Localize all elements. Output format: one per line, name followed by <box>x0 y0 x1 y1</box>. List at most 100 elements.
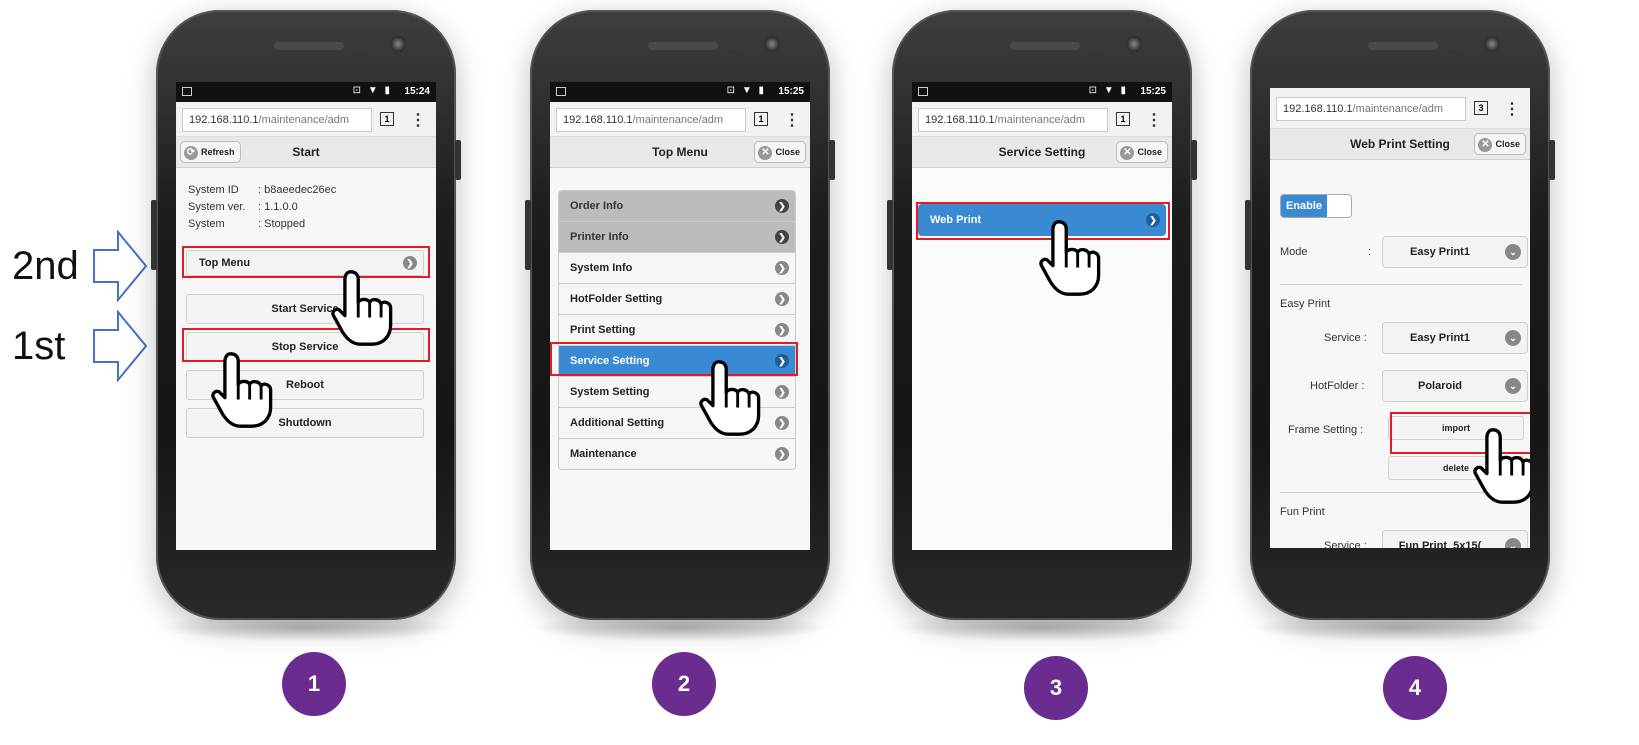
close-button[interactable]: ✕ Close <box>1116 141 1168 163</box>
refresh-icon: ⟳ <box>184 145 198 160</box>
browser-toolbar: 192.168.110.1/maintenance/adm 3 ⋮ <box>1270 88 1530 129</box>
close-button[interactable]: ✕ Close <box>754 141 806 163</box>
system-status-value: : Stopped <box>258 218 306 230</box>
tabs-button[interactable]: 1 <box>380 112 394 126</box>
chevron-right-icon: ❯ <box>775 323 789 337</box>
browser-toolbar: 192.168.110.1/maintenance/adm 1 ⋮ <box>176 102 436 137</box>
phone-3: ⊡ ▼ ▮ 15:25 192.168.110.1/maintenance/ad… <box>887 10 1197 642</box>
service-select[interactable]: Easy Print1 ⌄ <box>1382 322 1528 354</box>
hotfolder-select[interactable]: Polaroid ⌄ <box>1382 370 1528 402</box>
speaker-grille <box>648 42 718 50</box>
service-label: Service : <box>1324 332 1367 344</box>
chevron-right-icon: ❯ <box>775 199 789 213</box>
status-icons: ⊡ ▼ ▮ <box>726 85 766 96</box>
status-clock: 15:24 <box>404 86 430 97</box>
easy-print-heading: Easy Print <box>1280 298 1331 310</box>
overflow-menu-icon[interactable]: ⋮ <box>410 110 426 130</box>
sensor <box>1088 42 1102 50</box>
image-notification-icon <box>918 87 928 96</box>
camera-icon <box>764 36 780 52</box>
overflow-menu-icon[interactable]: ⋮ <box>1504 99 1520 119</box>
content-area: Web Print ❯ <box>912 168 1172 550</box>
chevron-right-icon: ❯ <box>775 230 789 244</box>
second-step-label: 2nd <box>12 244 79 288</box>
hotfolder-label: HotFolder : <box>1310 380 1365 392</box>
mode-colon: : <box>1368 246 1372 258</box>
url-field[interactable]: 192.168.110.1/maintenance/adm <box>182 108 372 132</box>
page-header: Service Setting ✕ Close <box>912 137 1172 168</box>
url-field[interactable]: 192.168.110.1/maintenance/adm <box>918 108 1108 132</box>
close-button[interactable]: ✕ Close <box>1474 133 1526 155</box>
speaker-grille <box>274 42 344 50</box>
menu-item-system-info[interactable]: System Info ❯ <box>558 253 796 284</box>
phone-2: ⊡ ▼ ▮ 15:25 192.168.110.1/maintenance/ad… <box>525 10 835 642</box>
menu-item-hotfolder-setting[interactable]: HotFolder Setting ❯ <box>558 284 796 315</box>
status-bar: ⊡ ▼ ▮ 15:25 <box>912 82 1172 102</box>
page-header: Start ⟳ Refresh <box>176 137 436 168</box>
system-status-label: System <box>188 218 225 230</box>
enable-toggle-label: Enable <box>1281 195 1327 217</box>
first-step-label: 1st <box>12 324 66 368</box>
chevron-right-icon: ❯ <box>775 292 789 306</box>
power-button <box>455 140 461 180</box>
menu-item-printer-info[interactable]: Printer Info ❯ <box>558 222 796 253</box>
chevron-right-icon: ❯ <box>775 416 789 430</box>
phone-1: ⊡ ▼ ▮ 15:24 192.168.110.1/maintenance/ad… <box>151 10 461 642</box>
pointing-hand-icon <box>699 360 761 436</box>
camera-icon <box>1126 36 1142 52</box>
sensor <box>352 42 366 50</box>
fun-service-label: Service : <box>1324 540 1367 548</box>
url-field[interactable]: 192.168.110.1/maintenance/adm <box>1276 97 1466 121</box>
overflow-menu-icon[interactable]: ⋮ <box>784 110 800 130</box>
chevron-down-icon: ⌄ <box>1505 330 1521 346</box>
fun-print-heading: Fun Print <box>1280 506 1325 518</box>
tabs-button[interactable]: 3 <box>1474 101 1488 115</box>
power-button <box>829 140 835 180</box>
step-badge-2: 2 <box>652 652 716 716</box>
close-icon: ✕ <box>758 145 773 160</box>
power-button <box>1549 140 1555 180</box>
camera-icon <box>1484 36 1500 52</box>
image-notification-icon <box>556 87 566 96</box>
phone-4: 192.168.110.1/maintenance/adm 3 ⋮ Web Pr… <box>1245 10 1555 642</box>
chevron-right-icon: ❯ <box>775 447 789 461</box>
tabs-button[interactable]: 1 <box>1116 112 1130 126</box>
system-id-label: System ID <box>188 184 239 196</box>
fun-service-select[interactable]: Fun Print_5x15(⌄ <box>1382 530 1528 548</box>
menu-item-order-info[interactable]: Order Info ❯ <box>558 190 796 222</box>
system-info: System ID: b8aeedec26ec System ver.: 1.1… <box>176 168 436 233</box>
refresh-button[interactable]: ⟳ Refresh <box>180 141 241 163</box>
volume-button <box>887 200 893 270</box>
mode-select[interactable]: Easy Print1 ⌄ <box>1382 236 1528 268</box>
pointing-hand-icon <box>331 270 393 346</box>
enable-toggle[interactable]: Enable <box>1280 194 1352 218</box>
status-icons: ⊡ ▼ ▮ <box>352 85 392 96</box>
chevron-right-icon: ❯ <box>775 261 789 275</box>
volume-button <box>151 200 157 270</box>
sensor <box>1446 42 1460 50</box>
mode-label: Mode <box>1280 246 1308 258</box>
speaker-grille <box>1368 42 1438 50</box>
close-icon: ✕ <box>1120 145 1135 160</box>
step-badge-4: 4 <box>1383 656 1447 720</box>
chevron-down-icon: ⌄ <box>1505 244 1521 260</box>
system-ver-label: System ver. <box>188 201 246 213</box>
system-ver-value: : 1.1.0.0 <box>258 201 298 213</box>
chevron-right-icon: ❯ <box>775 385 789 399</box>
pointing-hand-icon <box>1039 220 1101 296</box>
image-notification-icon <box>182 87 192 96</box>
page-header: Top Menu ✕ Close <box>550 137 810 168</box>
menu-item-maintenance[interactable]: Maintenance ❯ <box>558 439 796 470</box>
status-clock: 15:25 <box>1140 86 1166 97</box>
status-bar: ⊡ ▼ ▮ 15:24 <box>176 82 436 102</box>
frame-setting-label: Frame Setting : <box>1288 424 1364 436</box>
tabs-button[interactable]: 1 <box>754 112 768 126</box>
overflow-menu-icon[interactable]: ⋮ <box>1146 110 1162 130</box>
url-field[interactable]: 192.168.110.1/maintenance/adm <box>556 108 746 132</box>
volume-button <box>525 200 531 270</box>
step-badge-3: 3 <box>1024 656 1088 720</box>
browser-toolbar: 192.168.110.1/maintenance/adm 1 ⋮ <box>912 102 1172 137</box>
volume-button <box>1245 200 1251 270</box>
screen: 192.168.110.1/maintenance/adm 3 ⋮ Web Pr… <box>1270 88 1530 548</box>
status-clock: 15:25 <box>778 86 804 97</box>
